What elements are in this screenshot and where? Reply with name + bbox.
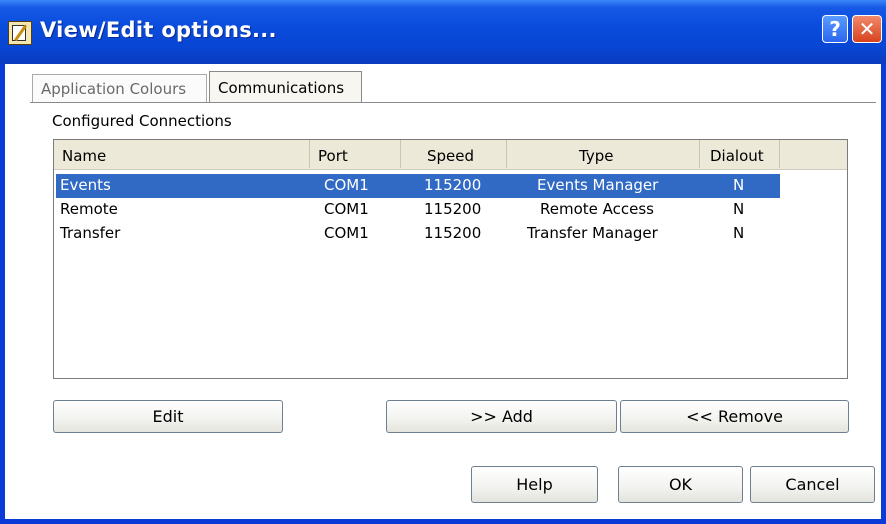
cancel-button[interactable]: Cancel [750, 466, 875, 503]
connection-row[interactable]: Remote COM1 115200 Remote Access N [56, 198, 780, 222]
row-dialout: N [733, 176, 745, 194]
row-speed: 115200 [424, 176, 482, 194]
column-header-name[interactable]: Name [54, 140, 310, 168]
options-dialog: View/Edit options... ? ✕ Application Col… [0, 0, 886, 524]
row-dialout: N [733, 200, 745, 218]
configured-connections-label: Configured Connections [52, 112, 232, 130]
edit-button[interactable]: Edit [53, 400, 283, 433]
row-type: Events Manager [537, 176, 659, 194]
column-header-dialout[interactable]: Dialout [700, 140, 780, 168]
row-port: COM1 [324, 176, 369, 194]
column-header-type[interactable]: Type [507, 140, 700, 168]
row-port: COM1 [324, 224, 369, 242]
ok-button[interactable]: OK [618, 466, 743, 503]
help-title-button[interactable]: ? [822, 15, 848, 43]
add-button[interactable]: >> Add [386, 400, 617, 433]
column-header-speed[interactable]: Speed [401, 140, 507, 168]
connection-row[interactable]: Events COM1 115200 Events Manager N [56, 174, 780, 198]
row-name: Events [60, 176, 111, 194]
row-name: Transfer [60, 224, 121, 242]
row-type: Remote Access [540, 200, 654, 218]
row-type: Transfer Manager [527, 224, 658, 242]
remove-button[interactable]: << Remove [620, 400, 849, 433]
row-dialout: N [733, 224, 745, 242]
row-name: Remote [60, 200, 118, 218]
row-speed: 115200 [424, 200, 482, 218]
window-title: View/Edit options... [40, 18, 277, 42]
row-port: COM1 [324, 200, 369, 218]
column-header-port[interactable]: Port [310, 140, 401, 168]
help-button[interactable]: Help [471, 466, 598, 503]
list-header: Name Port Speed Type Dialout [54, 140, 847, 170]
close-title-button[interactable]: ✕ [852, 15, 882, 43]
app-icon [8, 21, 32, 45]
connection-row[interactable]: Transfer COM1 115200 Transfer Manager N [56, 222, 780, 246]
connections-list[interactable]: Name Port Speed Type Dialout Events COM1… [53, 139, 848, 379]
tab-communications[interactable]: Communications [209, 71, 362, 103]
title-bar[interactable]: View/Edit options... ? ✕ [0, 0, 886, 64]
tab-application-colours[interactable]: Application Colours [32, 74, 207, 102]
row-speed: 115200 [424, 224, 482, 242]
